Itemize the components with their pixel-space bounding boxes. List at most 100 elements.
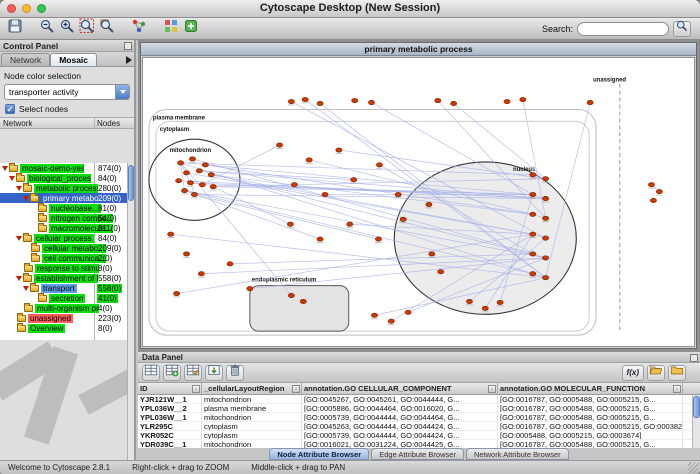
network-node[interactable] [210, 184, 216, 188]
network-node[interactable] [530, 192, 536, 196]
save-attribute-file-button[interactable] [668, 365, 686, 381]
network-node[interactable] [388, 319, 394, 323]
resize-grip[interactable] [688, 462, 699, 473]
search-input[interactable] [577, 22, 669, 36]
table-scrollbar-thumb[interactable] [693, 396, 700, 418]
column-header[interactable]: annotation.GO MOLECULAR_FUNCTION↕ [498, 383, 683, 394]
network-node[interactable] [317, 101, 323, 105]
network-node[interactable] [227, 262, 233, 266]
network-node[interactable] [451, 101, 457, 105]
network-manager-button[interactable] [129, 19, 149, 38]
network-node[interactable] [199, 183, 205, 187]
tree-row[interactable]: secretion41(0) [0, 293, 127, 303]
network-node[interactable] [482, 306, 488, 310]
network-node[interactable] [438, 270, 444, 274]
network-node[interactable] [176, 179, 182, 183]
network-node[interactable] [400, 217, 406, 221]
network-window[interactable]: primary metabolic process plasma membran… [140, 42, 697, 349]
network-node[interactable] [202, 163, 208, 167]
disclosure-triangle-icon[interactable] [23, 196, 29, 201]
column-header[interactable]: _cellularLayoutRegion↕ [202, 383, 302, 394]
tab-mosaic[interactable]: Mosaic [50, 53, 97, 66]
network-node[interactable] [300, 299, 306, 303]
delete-attribute-button[interactable] [226, 365, 244, 381]
network-node[interactable] [351, 178, 357, 182]
tab-node-attribute-browser[interactable]: Node Attribute Browser [269, 448, 369, 460]
disclosure-triangle-icon[interactable] [16, 276, 22, 281]
network-node[interactable] [347, 222, 353, 226]
tree-row[interactable]: establishment of l...558(0) [0, 273, 127, 283]
control-panel-scrollbar[interactable] [127, 163, 134, 460]
column-header[interactable]: annotation.GO CELLULAR_COMPONENT↕ [302, 383, 498, 394]
color-attribute-dropdown[interactable]: transporter activity [4, 84, 130, 100]
import-attributes-button[interactable] [205, 365, 223, 381]
sort-column-button[interactable]: ↕ [192, 385, 200, 393]
network-node[interactable] [543, 276, 549, 280]
network-canvas[interactable]: plasma membranecytoplasmmitochondrionnuc… [143, 58, 694, 346]
network-node[interactable] [497, 300, 503, 304]
network-node[interactable] [208, 173, 214, 177]
network-node[interactable] [530, 173, 536, 177]
network-node[interactable] [168, 232, 174, 236]
sort-column-button[interactable]: ↕ [673, 385, 681, 393]
tab-network-attribute-browser[interactable]: Network Attribute Browser [466, 448, 569, 460]
plugin-manager-button[interactable] [181, 19, 201, 38]
tree-row[interactable]: cellular metabo...209(0) [0, 243, 127, 253]
float-panel-icon[interactable] [124, 42, 132, 50]
network-node[interactable] [336, 148, 342, 152]
tree-column-header[interactable]: Network Nodes [0, 117, 134, 129]
network-node[interactable] [302, 97, 308, 101]
scrollbar-thumb[interactable] [128, 165, 134, 201]
zoom-fit-button[interactable] [77, 19, 97, 38]
vizmapper-button[interactable] [161, 19, 181, 38]
network-node[interactable] [426, 202, 432, 206]
tree-row[interactable]: nitrogen compo...54(0) [0, 213, 127, 223]
network-node[interactable] [656, 189, 662, 193]
network-node[interactable] [352, 98, 358, 102]
float-data-panel-icon[interactable] [690, 354, 698, 362]
network-column-header[interactable]: Network [3, 119, 32, 128]
network-node[interactable] [322, 192, 328, 196]
network-node[interactable] [247, 286, 253, 290]
function-builder-button[interactable]: f(x) [622, 365, 644, 381]
network-node[interactable] [189, 157, 195, 161]
network-node[interactable] [198, 272, 204, 276]
sort-column-button[interactable]: ↕ [292, 385, 300, 393]
tree-row[interactable]: multi-organism pro...4(0) [0, 303, 127, 313]
tree-row[interactable]: transport558(0) [0, 283, 127, 293]
network-node[interactable] [520, 97, 526, 101]
network-node[interactable] [530, 272, 536, 276]
network-node[interactable] [287, 222, 293, 226]
tree-row[interactable]: mosaic-demo-yeast874(0) [0, 163, 127, 173]
network-node[interactable] [174, 291, 180, 295]
network-node[interactable] [530, 232, 536, 236]
network-node[interactable] [288, 293, 294, 297]
network-node[interactable] [530, 212, 536, 216]
network-node[interactable] [317, 237, 323, 241]
network-node[interactable] [543, 216, 549, 220]
tree-row[interactable]: cell communica...2(0) [0, 253, 127, 263]
network-node[interactable] [648, 183, 654, 187]
network-node[interactable] [375, 237, 381, 241]
table-row[interactable]: YLR295Ccytoplasm[GO:0045263, GO:0044444,… [138, 422, 700, 431]
nodes-column-header[interactable]: Nodes [97, 119, 120, 128]
network-node[interactable] [466, 299, 472, 303]
network-node[interactable] [435, 98, 441, 102]
table-row[interactable]: YJR121W__1mitochondrion[GO:0045267, GO:0… [138, 395, 700, 404]
column-header[interactable]: ID↕ [138, 383, 202, 394]
maximize-window-button[interactable] [37, 4, 46, 13]
search-options-button[interactable] [673, 21, 691, 37]
network-node[interactable] [178, 161, 184, 165]
network-node[interactable] [429, 252, 435, 256]
network-node[interactable] [276, 143, 282, 147]
network-node[interactable] [376, 163, 382, 167]
network-node[interactable] [187, 181, 193, 185]
edit-attribute-button[interactable] [184, 365, 202, 381]
tree-row[interactable]: cellular process84(0) [0, 233, 127, 243]
table-scrollbar[interactable] [692, 395, 700, 448]
tree-row[interactable]: macromolecule...311(0) [0, 223, 127, 233]
disclosure-triangle-icon[interactable] [16, 186, 22, 191]
create-attribute-button[interactable] [163, 365, 181, 381]
tree-row[interactable]: biological_process84(0) [0, 173, 127, 183]
network-node[interactable] [543, 196, 549, 200]
